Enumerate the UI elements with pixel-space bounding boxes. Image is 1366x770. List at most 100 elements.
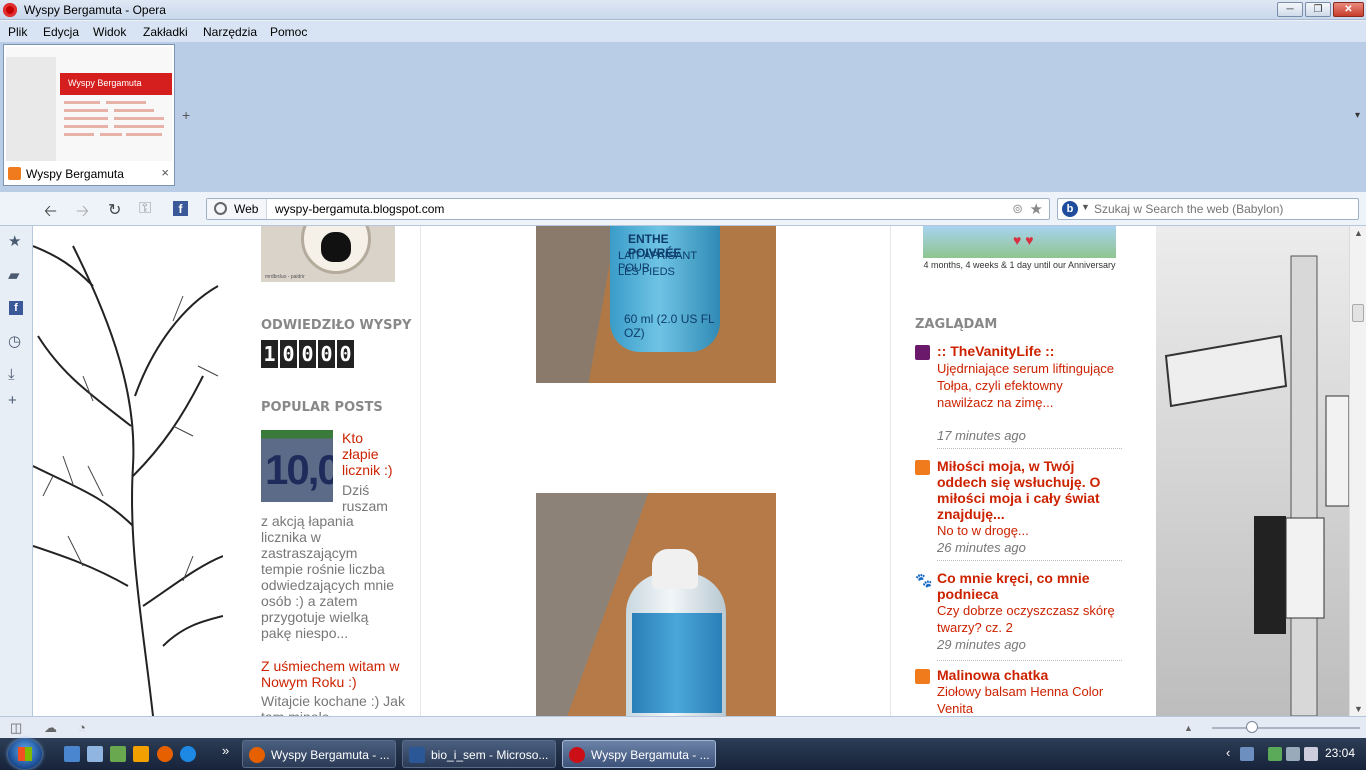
menu-edycja[interactable]: Edycja xyxy=(43,25,79,39)
counter-digit: 0 xyxy=(280,340,297,368)
blog-name-link[interactable]: Co mnie kręci, co mnie podnieca xyxy=(937,570,1122,602)
menu-plik[interactable]: Plik xyxy=(8,25,27,39)
counter-digit: 0 xyxy=(337,340,354,368)
restore-button[interactable]: ❐ xyxy=(1305,2,1331,17)
foot-lotion-photo[interactable]: ENTHE POIVRÉE LAIT APAISANT POUR LES PIE… xyxy=(536,226,776,383)
firefox-icon[interactable] xyxy=(157,746,173,762)
cat-clock-image: mrdbrduo - paidrir xyxy=(261,226,395,282)
bookmark-star-icon[interactable]: ★ xyxy=(1030,200,1043,218)
quicklaunch-more-icon[interactable]: » xyxy=(222,743,229,758)
blog-list-title: ZAGLĄDAM xyxy=(915,317,998,332)
new-tab-button[interactable]: + xyxy=(182,107,190,123)
close-tab-icon[interactable]: × xyxy=(161,165,169,180)
popular-post-snippet: z akcją łapania licznika w zastraszający… xyxy=(261,513,395,641)
zoom-slider-knob[interactable] xyxy=(1246,721,1258,733)
windows-taskbar: » Wyspy Bergamuta - ... bio_i_sem - Micr… xyxy=(0,738,1366,770)
zoom-slider[interactable] xyxy=(1212,727,1360,729)
media-player-icon[interactable] xyxy=(133,746,149,762)
taskbar-opera-window[interactable]: Wyspy Bergamuta - ... xyxy=(562,740,716,768)
turbo-cloud-icon[interactable]: ☁ xyxy=(44,720,57,736)
babylon-engine-icon[interactable]: b xyxy=(1062,201,1078,217)
show-desktop-icon[interactable] xyxy=(64,746,80,762)
taskbar-firefox-window[interactable]: Wyspy Bergamuta - ... xyxy=(242,740,396,768)
menu-narzedzia[interactable]: Narzędzia xyxy=(203,25,257,39)
address-field[interactable]: Web wyspy-bergamuta.blogspot.com ⊚ ★ xyxy=(206,198,1050,220)
minimize-button[interactable]: ─ xyxy=(1277,2,1303,17)
tab-menu-chevron-icon[interactable]: ▾ xyxy=(1355,110,1360,121)
window-title: Wyspy Bergamuta - Opera xyxy=(24,3,166,17)
web-page: mrdbrduo - paidrir ODWIEDZIŁO WYSPY 1 0 … xyxy=(33,226,1349,716)
taskbar-button-label: Wyspy Bergamuta - ... xyxy=(271,748,390,762)
search-engine-dropdown-icon[interactable]: ▼ xyxy=(1081,202,1090,212)
add-panel-icon[interactable]: + xyxy=(8,392,17,409)
blog-post-link[interactable]: Czy dobrze oczyszczasz skórę twarzy? cz.… xyxy=(937,602,1122,636)
popular-post-link[interactable]: Kto złapie licznik :) xyxy=(342,430,402,478)
rss-feed-icon[interactable]: ⊚ xyxy=(1012,201,1023,217)
popular-post-link-2[interactable]: Z uśmiechem witam w Nowym Roku :) xyxy=(261,658,411,690)
search-input[interactable] xyxy=(1094,200,1354,218)
popular-post-snippet-start: Dziś ruszam xyxy=(342,482,388,514)
forward-button[interactable]: 🡢 xyxy=(76,200,89,227)
blog-list-divider xyxy=(937,448,1122,449)
web-badge[interactable]: Web xyxy=(207,199,267,219)
blog-post-link[interactable]: No to w drogę... xyxy=(937,522,1122,539)
panel-toggle-icon[interactable]: ◫ xyxy=(10,720,22,736)
search-field[interactable]: b ▼ xyxy=(1057,198,1359,220)
anniversary-banner-image[interactable]: ♥ ♥ xyxy=(923,226,1116,258)
popular-post-thumbnail[interactable]: 10,000 xyxy=(261,430,333,502)
menu-widok[interactable]: Widok xyxy=(93,25,126,39)
blog-post-time: 26 minutes ago xyxy=(937,540,1026,555)
scrollbar-thumb[interactable] xyxy=(1352,304,1364,322)
tray-volume-icon[interactable] xyxy=(1304,747,1318,761)
blog-post-link[interactable]: Ziołowy balsam Henna Color Venita xyxy=(937,683,1122,716)
post-body: ENTHE POIVRÉE LAIT APAISANT POUR LES PIE… xyxy=(422,226,890,716)
notes-icon[interactable]: ▰ xyxy=(8,266,20,284)
explorer-icon[interactable] xyxy=(87,746,103,762)
web-badge-label: Web xyxy=(234,202,259,216)
side-panel: ★ ▰ f ◷ ⤓ + xyxy=(0,226,33,716)
key-icon[interactable]: ⚿ xyxy=(139,200,151,218)
blog-list-divider xyxy=(937,560,1122,561)
tray-battery-icon[interactable] xyxy=(1268,747,1282,761)
taskbar-clock[interactable]: 23:04 xyxy=(1325,746,1355,760)
blogger-favicon-icon xyxy=(915,460,930,475)
reload-button[interactable]: ↻ xyxy=(108,200,121,220)
tab-wyspy-bergamuta[interactable]: Wyspy Bergamuta Wyspy Bergamuta × xyxy=(3,44,175,186)
start-button[interactable] xyxy=(8,739,42,769)
menu-pomoc[interactable]: Pomoc xyxy=(270,25,307,39)
blog-name-link[interactable]: Malinowa chatka xyxy=(937,667,1122,683)
history-clock-icon[interactable]: ◷ xyxy=(8,332,21,350)
menu-zakladki[interactable]: Zakładki xyxy=(143,25,188,39)
blog-name-link[interactable]: Miłości moja, w Twój oddech się wsłuchuj… xyxy=(937,458,1122,522)
downloads-icon[interactable]: ⤓ xyxy=(8,366,15,383)
counter-digit: 0 xyxy=(299,340,316,368)
blog-name-link[interactable]: :: TheVanityLife :: xyxy=(937,343,1122,359)
internet-explorer-icon[interactable] xyxy=(180,746,196,762)
facebook-panel-icon[interactable]: f xyxy=(9,301,23,315)
zoom-up-icon[interactable]: ▲ xyxy=(1184,723,1193,733)
scroll-down-arrow-icon[interactable]: ▼ xyxy=(1354,704,1363,714)
speed-dial-icon[interactable]: ◔ xyxy=(78,720,86,735)
url-text[interactable]: wyspy-bergamuta.blogspot.com xyxy=(275,202,444,216)
tray-expand-icon[interactable]: ‹ xyxy=(1226,745,1240,760)
firefox-icon xyxy=(249,747,265,763)
navigation-bar: 🡠 🡢 ↻ ⚿ f Web wyspy-bergamuta.blogspot.c… xyxy=(0,192,1366,226)
blog-post-link[interactable]: Ujędrniające serum liftingujące Tołpa, c… xyxy=(937,360,1122,411)
visitor-counter: 1 0 0 0 0 xyxy=(261,340,354,368)
tab-thumbnail: Wyspy Bergamuta xyxy=(6,47,172,161)
menu-bar: Plik Edycja Widok Zakładki Narzędzia Pom… xyxy=(0,21,1366,42)
back-button[interactable]: 🡠 xyxy=(44,200,57,227)
taskbar-word-window[interactable]: bio_i_sem - Microso... xyxy=(402,740,556,768)
bookmarks-star-icon[interactable]: ★ xyxy=(8,232,21,250)
blog-list-divider xyxy=(937,660,1122,661)
tray-display-icon[interactable] xyxy=(1240,747,1254,761)
bottle-back-photo[interactable] xyxy=(536,493,776,716)
tray-network-icon[interactable] xyxy=(1286,747,1300,761)
status-bar: ◫ ☁ ◔ ▲ xyxy=(0,716,1366,738)
vertical-scrollbar[interactable]: ▲ ▼ xyxy=(1349,226,1366,716)
scroll-up-arrow-icon[interactable]: ▲ xyxy=(1354,228,1363,238)
blog-left-sidebar: mrdbrduo - paidrir ODWIEDZIŁO WYSPY 1 0 … xyxy=(223,226,421,716)
close-window-button[interactable]: ✕ xyxy=(1333,2,1364,17)
media-icon[interactable] xyxy=(110,746,126,762)
facebook-icon[interactable]: f xyxy=(173,201,188,216)
